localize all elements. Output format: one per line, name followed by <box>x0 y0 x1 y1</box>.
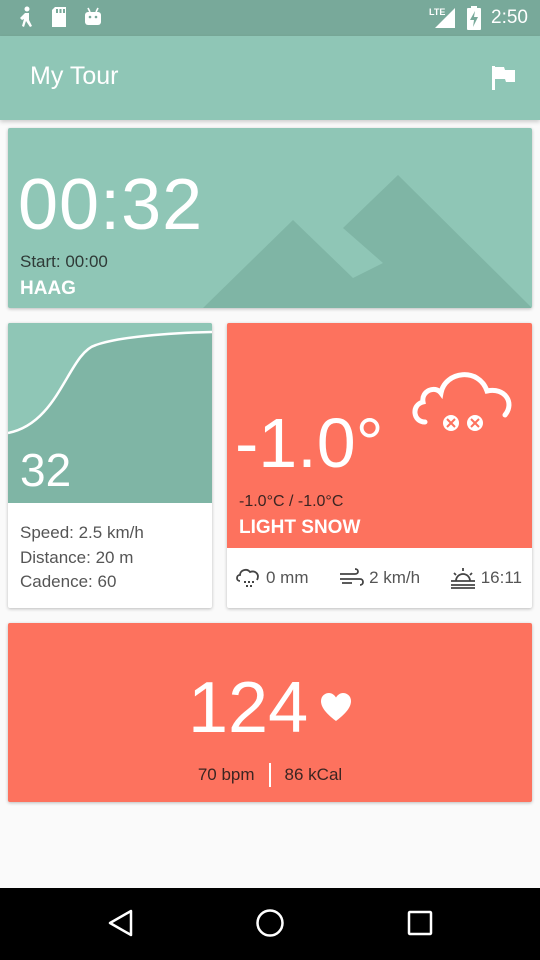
recents-button[interactable] <box>403 906 437 945</box>
svg-text:LTE: LTE <box>429 7 445 17</box>
android-icon <box>82 6 104 30</box>
recents-icon <box>407 910 433 936</box>
weather-card[interactable]: -1.0° -1.0°C / -1.0°C LIGHT SNOW 0 mm 2 … <box>227 323 532 608</box>
sunset-item: 16:11 <box>450 567 522 589</box>
sunset-icon <box>450 568 475 589</box>
app-bar: My Tour <box>0 36 540 120</box>
weather-range: -1.0°C / -1.0°C <box>239 493 344 510</box>
wind-item: 2 km/h <box>338 567 420 589</box>
home-button[interactable] <box>253 906 287 945</box>
bpm-text: 70 bpm <box>197 765 255 784</box>
snow-cloud-icon <box>412 372 512 431</box>
wind-text: 2 km/h <box>369 568 421 587</box>
heart-icon <box>321 693 351 721</box>
flag-icon <box>492 66 515 90</box>
weather-temperature: -1.0° <box>235 404 384 482</box>
stats-value: 32 <box>20 444 72 496</box>
battery-charging-icon <box>467 6 482 30</box>
status-time: 2:50 <box>491 7 528 28</box>
cadence-text: Cadence: 60 <box>20 572 117 591</box>
weather-header: -1.0° -1.0°C / -1.0°C LIGHT SNOW <box>227 323 532 548</box>
heart-rate-card[interactable]: 124 70 bpm 86 kCal <box>8 623 532 802</box>
stats-chart-area: 32 <box>8 323 212 503</box>
precipitation-text: 0 mm <box>266 568 309 587</box>
weather-details: 0 mm 2 km/h 16:11 <box>227 548 532 608</box>
app-title: My Tour <box>30 62 119 90</box>
heart-details: 70 bpm 86 kCal <box>8 763 532 787</box>
back-button[interactable] <box>104 906 138 945</box>
timer-card[interactable]: 00:32 Start: 00:00 HAAG <box>8 128 532 308</box>
home-icon <box>256 909 284 937</box>
walk-icon <box>16 6 36 30</box>
heart-rate-value: 124 <box>188 668 309 748</box>
back-icon <box>108 909 133 937</box>
flag-button[interactable] <box>490 64 518 92</box>
divider <box>268 763 271 787</box>
sunset-text: 16:11 <box>480 568 522 587</box>
status-bar: LTE 2:50 <box>0 0 540 36</box>
lte-signal-icon: LTE <box>429 6 457 30</box>
timer-value: 00:32 <box>18 165 204 245</box>
distance-text: Distance: 20 m <box>20 547 134 567</box>
timer-place: HAAG <box>20 278 76 299</box>
timer-start: Start: 00:00 <box>20 252 108 271</box>
stats-list: Speed: 2.5 km/h Distance: 20 m Cadence: … <box>20 521 144 595</box>
navigation-bar <box>0 888 540 960</box>
sd-card-icon <box>50 6 68 30</box>
calories-text: 86 kCal <box>284 765 343 784</box>
precipitation-item: 0 mm <box>235 567 309 589</box>
speed-text: Speed: 2.5 km/h <box>20 523 144 542</box>
stats-card[interactable]: 32 Speed: 2.5 km/h Distance: 20 m Cadenc… <box>8 323 212 608</box>
wind-icon <box>340 568 364 586</box>
rain-cloud-icon <box>236 568 259 587</box>
weather-condition: LIGHT SNOW <box>239 517 361 538</box>
